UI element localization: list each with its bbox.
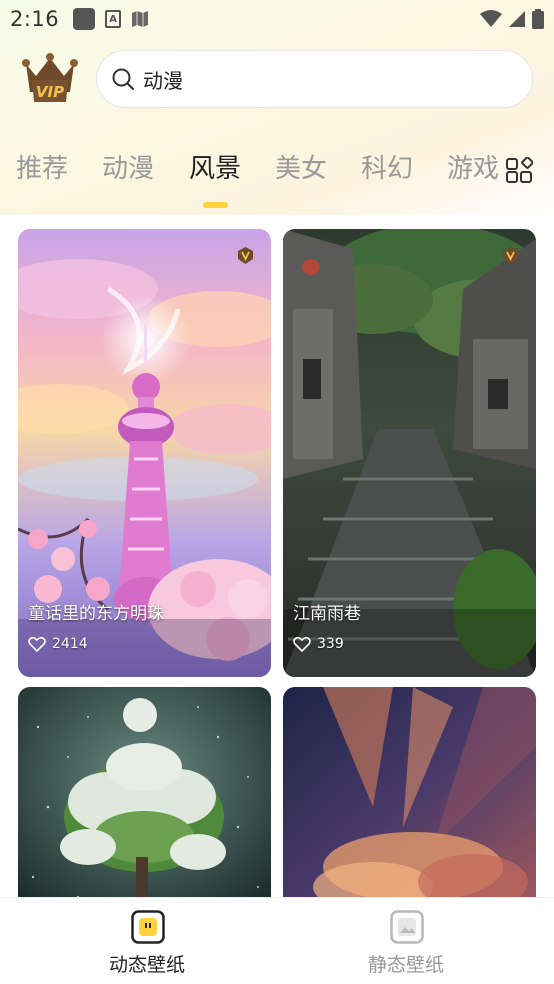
static-wallpaper-icon bbox=[390, 910, 424, 944]
battery-icon bbox=[532, 9, 544, 29]
nav-label: 动态壁纸 bbox=[108, 954, 185, 976]
vip-badge-text: VIP bbox=[36, 83, 64, 101]
like-count-value: 339 bbox=[317, 636, 344, 652]
card-title: 童话里的东方明珠 bbox=[28, 604, 164, 624]
wallpaper-card[interactable]: 江南雨巷 339 bbox=[283, 229, 536, 677]
grid-icon[interactable] bbox=[505, 157, 533, 185]
search-icon bbox=[112, 68, 135, 91]
vip-badge-icon bbox=[238, 247, 253, 264]
bottom-nav: 动态壁纸 静态壁纸 bbox=[0, 897, 554, 984]
wallpaper-card[interactable] bbox=[18, 687, 271, 917]
status-time: 2:16 bbox=[10, 7, 60, 31]
dynamic-wallpaper-icon bbox=[131, 910, 165, 944]
vip-crown-icon[interactable]: VIP bbox=[20, 50, 80, 106]
font-icon: A bbox=[105, 10, 122, 28]
search-value: 动漫 bbox=[143, 68, 183, 93]
wifi-icon bbox=[480, 10, 502, 27]
like-count[interactable]: 339 bbox=[293, 636, 344, 652]
tab-scifi[interactable]: 科幻 bbox=[361, 148, 413, 185]
active-tab-indicator bbox=[203, 202, 228, 208]
wallpaper-image bbox=[283, 687, 536, 917]
heart-icon bbox=[28, 636, 46, 652]
wallpaper-image bbox=[18, 687, 271, 917]
like-count[interactable]: 2414 bbox=[28, 636, 88, 652]
wallpaper-card[interactable]: 童话里的东方明珠 2414 bbox=[18, 229, 271, 677]
heart-icon bbox=[293, 636, 311, 652]
tab-games[interactable]: 游戏 bbox=[447, 148, 499, 185]
app-icon bbox=[73, 8, 96, 30]
tab-recommend[interactable]: 推荐 bbox=[16, 148, 68, 185]
tab-anime[interactable]: 动漫 bbox=[102, 148, 154, 185]
status-bar: 2:16 A bbox=[0, 0, 554, 38]
tab-beauty[interactable]: 美女 bbox=[275, 148, 327, 185]
category-tabs: 推荐 动漫 风景 美女 科幻 游戏 bbox=[0, 148, 500, 198]
nav-dynamic-wallpaper[interactable]: 动态壁纸 bbox=[57, 898, 237, 984]
tab-scenery[interactable]: 风景 bbox=[189, 148, 241, 185]
nav-label: 静态壁纸 bbox=[367, 954, 444, 976]
signal-icon bbox=[509, 11, 525, 27]
wallpaper-card[interactable] bbox=[283, 687, 536, 917]
map-icon bbox=[132, 11, 149, 27]
vip-badge-icon bbox=[503, 247, 518, 264]
nav-static-wallpaper[interactable]: 静态壁纸 bbox=[316, 898, 496, 984]
search-input[interactable]: 动漫 bbox=[96, 50, 533, 108]
like-count-value: 2414 bbox=[52, 636, 88, 652]
card-title: 江南雨巷 bbox=[293, 604, 361, 624]
